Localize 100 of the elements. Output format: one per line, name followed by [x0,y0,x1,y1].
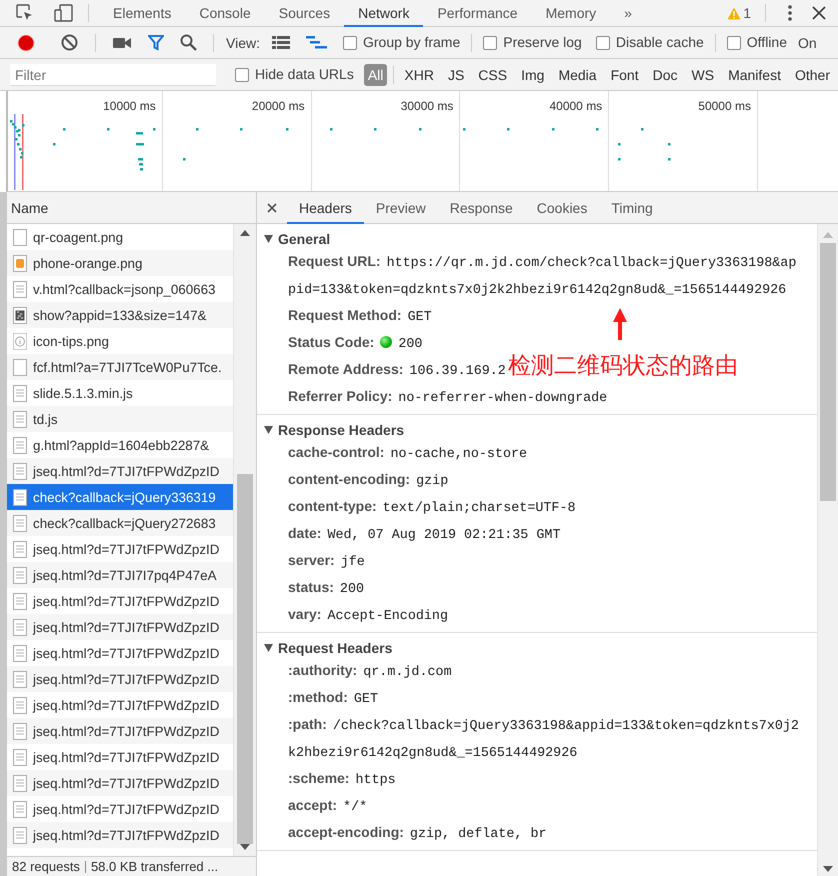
type-filter-button[interactable]: JS [444,64,468,86]
request-row[interactable]: check?callback=jQuery336319 [7,484,233,510]
filter-field[interactable]: Filter [10,64,216,86]
panel-tab[interactable]: Elements [99,0,186,26]
type-filter-button[interactable]: Font [606,64,643,86]
document-icon [13,800,27,818]
clear-icon[interactable] [61,34,78,51]
request-row[interactable]: check?callback=jQuery272683 [7,510,233,536]
header-row-text: vary: Accept-Encoding [288,605,448,626]
type-filter-button[interactable]: CSS [474,64,512,86]
header-row-text: Remote Address: 106.39.169.2 [288,360,506,381]
header-row-text: cache-control: no-cache,no-store [288,443,528,464]
type-filter-button[interactable]: Img [517,64,548,86]
checkbox-option[interactable]: Disable cache [596,34,704,52]
request-row[interactable]: jseq.html?d=7TJI7tFPWdZpzID [7,770,233,796]
warning-count: 1 [743,5,751,21]
time-tick-label: 30000 ms [400,99,454,113]
scroll-down-icon[interactable] [823,866,833,872]
annotation-arrow [613,308,627,340]
scrollbar[interactable] [817,224,838,876]
request-row[interactable]: fcf.html?a=7TJI7TceW0Pu7Tce. [7,354,233,380]
header-row-text: accept: */* [288,796,368,817]
detail-tab[interactable]: Cookies [524,192,600,224]
type-filter-button[interactable]: Media [554,64,601,86]
close-icon[interactable] [812,6,826,20]
waterfall-icon[interactable] [306,36,328,49]
detail-tab[interactable]: Headers [287,192,364,224]
document-icon [13,670,27,688]
time-tick-label: 20000 ms [252,99,305,113]
view-label: View: [226,34,260,50]
filter-icon[interactable] [148,34,164,50]
document-icon [13,696,27,714]
checkbox-option[interactable]: Offline [726,34,787,52]
type-filter-button[interactable]: WS [688,64,718,86]
panel-tab[interactable]: Console [185,0,265,26]
checkbox-option[interactable]: Preserve log [483,34,582,52]
more-tabs-button[interactable]: » [610,0,646,26]
time-tick-label: 10000 ms [103,99,156,113]
document-icon [13,774,27,792]
document-icon [13,566,27,584]
request-row[interactable]: jseq.html?d=7TJI7tFPWdZpzID [7,718,233,744]
type-filter-button[interactable]: XHR [400,64,438,86]
header-row-text: Status Code: 200 [288,333,422,354]
header-row-text: Request URL: https://qr.m.jd.com/check?callback=jQuery3363198&appid=133&token=qdzknts7x0j2k2hbezi9r6142q2gn8ud&_=1565144492926 [288,252,798,300]
type-filter-button[interactable]: Manifest [724,64,785,86]
section-header[interactable]: Response Headers [257,419,404,440]
throttling-dropdown[interactable]: On [798,34,817,50]
large-rows-icon[interactable] [272,36,290,49]
request-row[interactable]: td.js [7,406,233,432]
scrollbar[interactable] [233,224,256,856]
request-row[interactable]: jseq.html?d=7TJI7I7pq4P47eA [7,562,233,588]
document-icon [13,722,27,740]
type-filter-button[interactable]: Doc [648,64,682,86]
camera-icon[interactable] [113,36,131,48]
request-row[interactable]: jseq.html?d=7TJI7tFPWdZpzID [7,614,233,640]
checkbox-option[interactable]: Hide data URLs [235,66,354,84]
close-icon[interactable] [267,202,277,212]
header-row-text: :authority: qr.m.jd.com [288,661,452,682]
blank-file-icon [13,228,27,246]
detail-tab[interactable]: Preview [364,192,438,224]
request-row[interactable]: jseq.html?d=7TJI7tFPWdZpzID [7,822,233,848]
more-options-icon[interactable] [788,5,792,21]
document-icon [13,436,27,454]
header-row-text: Request Method: GET [288,306,432,327]
panel-tab[interactable]: Memory [532,0,610,26]
request-row[interactable]: jseq.html?d=7TJI7tFPWdZpzID [7,666,233,692]
info-icon [13,332,27,350]
panel-tab[interactable]: Sources [264,0,344,26]
request-row[interactable]: jseq.html?d=7TJI7tFPWdZpzID [7,458,233,484]
qr-code-icon [13,306,27,324]
expand-triangle-icon[interactable] [264,644,273,652]
header-row-text: content-encoding: gzip [288,470,448,491]
header-row-text: date: Wed, 07 Aug 2019 02:21:35 GMT [288,524,560,545]
document-icon [13,540,27,558]
type-filter-button[interactable]: Other [790,64,834,86]
record-icon[interactable] [17,34,35,52]
name-column-header[interactable]: Name [11,200,48,216]
header-row-text: status: 200 [288,578,364,599]
detail-tab[interactable]: Timing [599,192,665,224]
time-tick-label: 50000 ms [698,99,751,113]
checkbox-option[interactable]: Group by frame [342,34,460,52]
detail-tab[interactable]: Response [438,192,525,224]
image-icon [13,254,27,272]
document-icon [13,644,27,662]
status-dot [380,336,392,348]
panel-tab[interactable]: Performance [423,0,532,26]
inspect-icon[interactable] [16,4,34,22]
expand-triangle-icon[interactable] [264,235,273,243]
document-icon [13,748,27,766]
header-row-text: accept-encoding: gzip, deflate, br [288,823,547,844]
request-row[interactable]: show?appid=133&size=147& [7,302,233,328]
header-row-text: Referrer Policy: no-referrer-when-downgrade [288,387,608,408]
section-header[interactable]: General [257,228,330,249]
scroll-up-icon[interactable] [240,230,250,236]
device-toolbar-icon[interactable] [54,4,74,22]
expand-triangle-icon[interactable] [264,426,273,434]
document-icon [13,280,27,298]
section-header[interactable]: Request Headers [257,637,392,658]
search-icon[interactable] [180,34,197,51]
request-row[interactable]: phone-orange.png [7,250,233,276]
